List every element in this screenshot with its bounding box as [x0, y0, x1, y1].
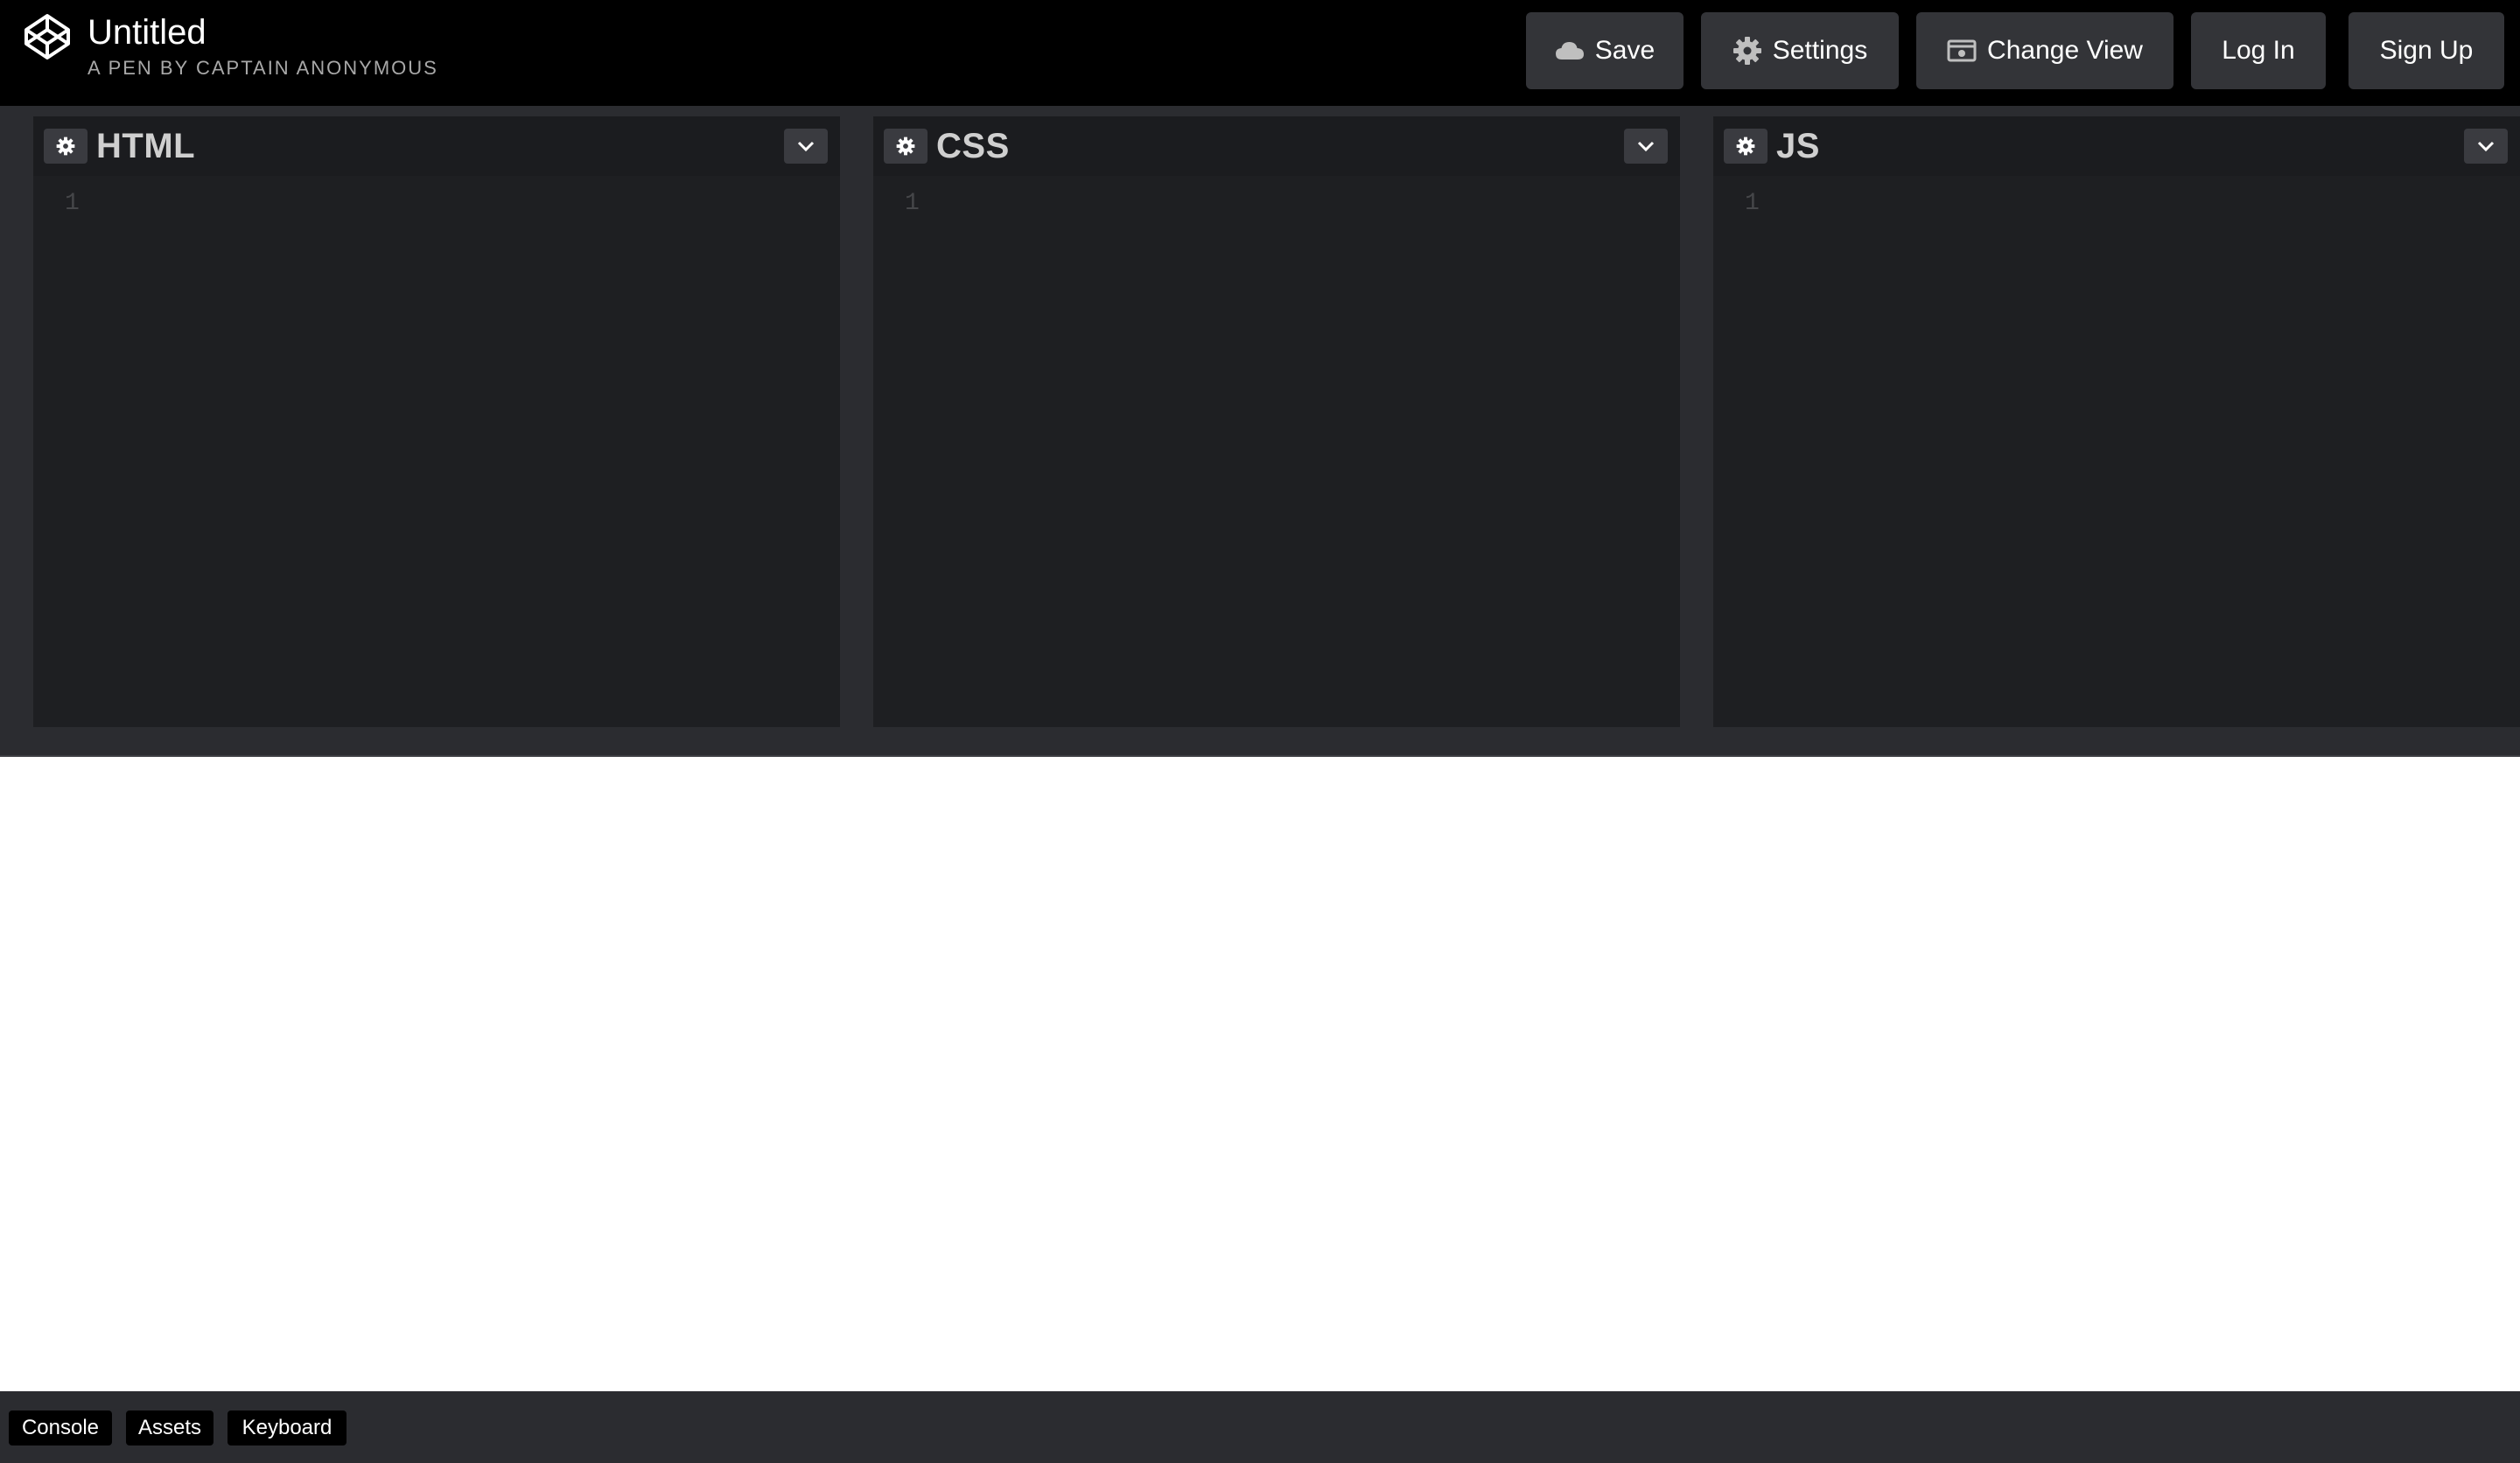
html-editor-header: HTML [33, 116, 840, 176]
js-editor: JS 1 [1713, 116, 2520, 727]
html-editor: HTML 1 [33, 116, 840, 727]
console-button[interactable]: Console [9, 1410, 112, 1446]
gear-icon [1732, 37, 1761, 65]
settings-button[interactable]: Settings [1701, 12, 1899, 89]
js-settings-button[interactable] [1724, 129, 1768, 164]
css-code-area[interactable]: 1 [873, 176, 1680, 727]
js-collapse-button[interactable] [2464, 129, 2508, 164]
change-view-button[interactable]: Change View [1916, 12, 2174, 89]
css-collapse-button[interactable] [1624, 129, 1668, 164]
pen-title[interactable]: Untitled [88, 10, 438, 54]
pen-title-group: Untitled A PEN BY CAPTAIN ANONYMOUS [88, 10, 438, 80]
cloud-icon [1555, 42, 1584, 60]
js-editor-title: JS [1776, 127, 1820, 165]
gear-icon [896, 136, 915, 156]
log-in-label: Log In [2222, 36, 2295, 65]
pen-author: A PEN BY CAPTAIN ANONYMOUS [88, 57, 438, 79]
html-code-area[interactable]: 1 [33, 176, 840, 727]
css-editor-title: CSS [936, 127, 1010, 165]
assets-button[interactable]: Assets [126, 1410, 214, 1446]
sign-up-button[interactable]: Sign Up [2348, 12, 2504, 89]
header-divider [0, 106, 2520, 116]
editor-panes: HTML 1 CSS 1 JS 1 [0, 116, 2520, 727]
chevron-down-icon [1637, 141, 1655, 152]
sign-up-label: Sign Up [2379, 36, 2474, 65]
gear-icon [1736, 136, 1755, 156]
settings-label: Settings [1772, 36, 1868, 65]
html-editor-title: HTML [96, 127, 196, 165]
bottom-bar: Console Assets Keyboard [0, 1391, 2520, 1463]
chevron-down-icon [2477, 141, 2495, 152]
line-number: 1 [905, 190, 920, 217]
keyboard-button[interactable]: Keyboard [228, 1410, 346, 1446]
top-bar: Untitled A PEN BY CAPTAIN ANONYMOUS Save… [0, 0, 2520, 106]
preview-pane[interactable] [0, 758, 2520, 1391]
gear-icon [56, 136, 75, 156]
save-button[interactable]: Save [1526, 12, 1684, 89]
log-in-button[interactable]: Log In [2191, 12, 2326, 89]
css-editor: CSS 1 [873, 116, 1680, 727]
editor-resize-handle[interactable] [0, 727, 2520, 757]
line-number: 1 [65, 190, 80, 217]
css-settings-button[interactable] [884, 129, 928, 164]
html-collapse-button[interactable] [784, 129, 828, 164]
js-code-area[interactable]: 1 [1713, 176, 2520, 727]
chevron-down-icon [797, 141, 815, 152]
css-editor-header: CSS [873, 116, 1680, 176]
line-number: 1 [1745, 190, 1760, 217]
save-label: Save [1594, 36, 1656, 65]
js-editor-header: JS [1713, 116, 2520, 176]
view-icon [1947, 39, 1977, 62]
html-settings-button[interactable] [44, 129, 88, 164]
codepen-logo-icon[interactable] [23, 12, 72, 61]
change-view-label: Change View [1987, 36, 2143, 65]
